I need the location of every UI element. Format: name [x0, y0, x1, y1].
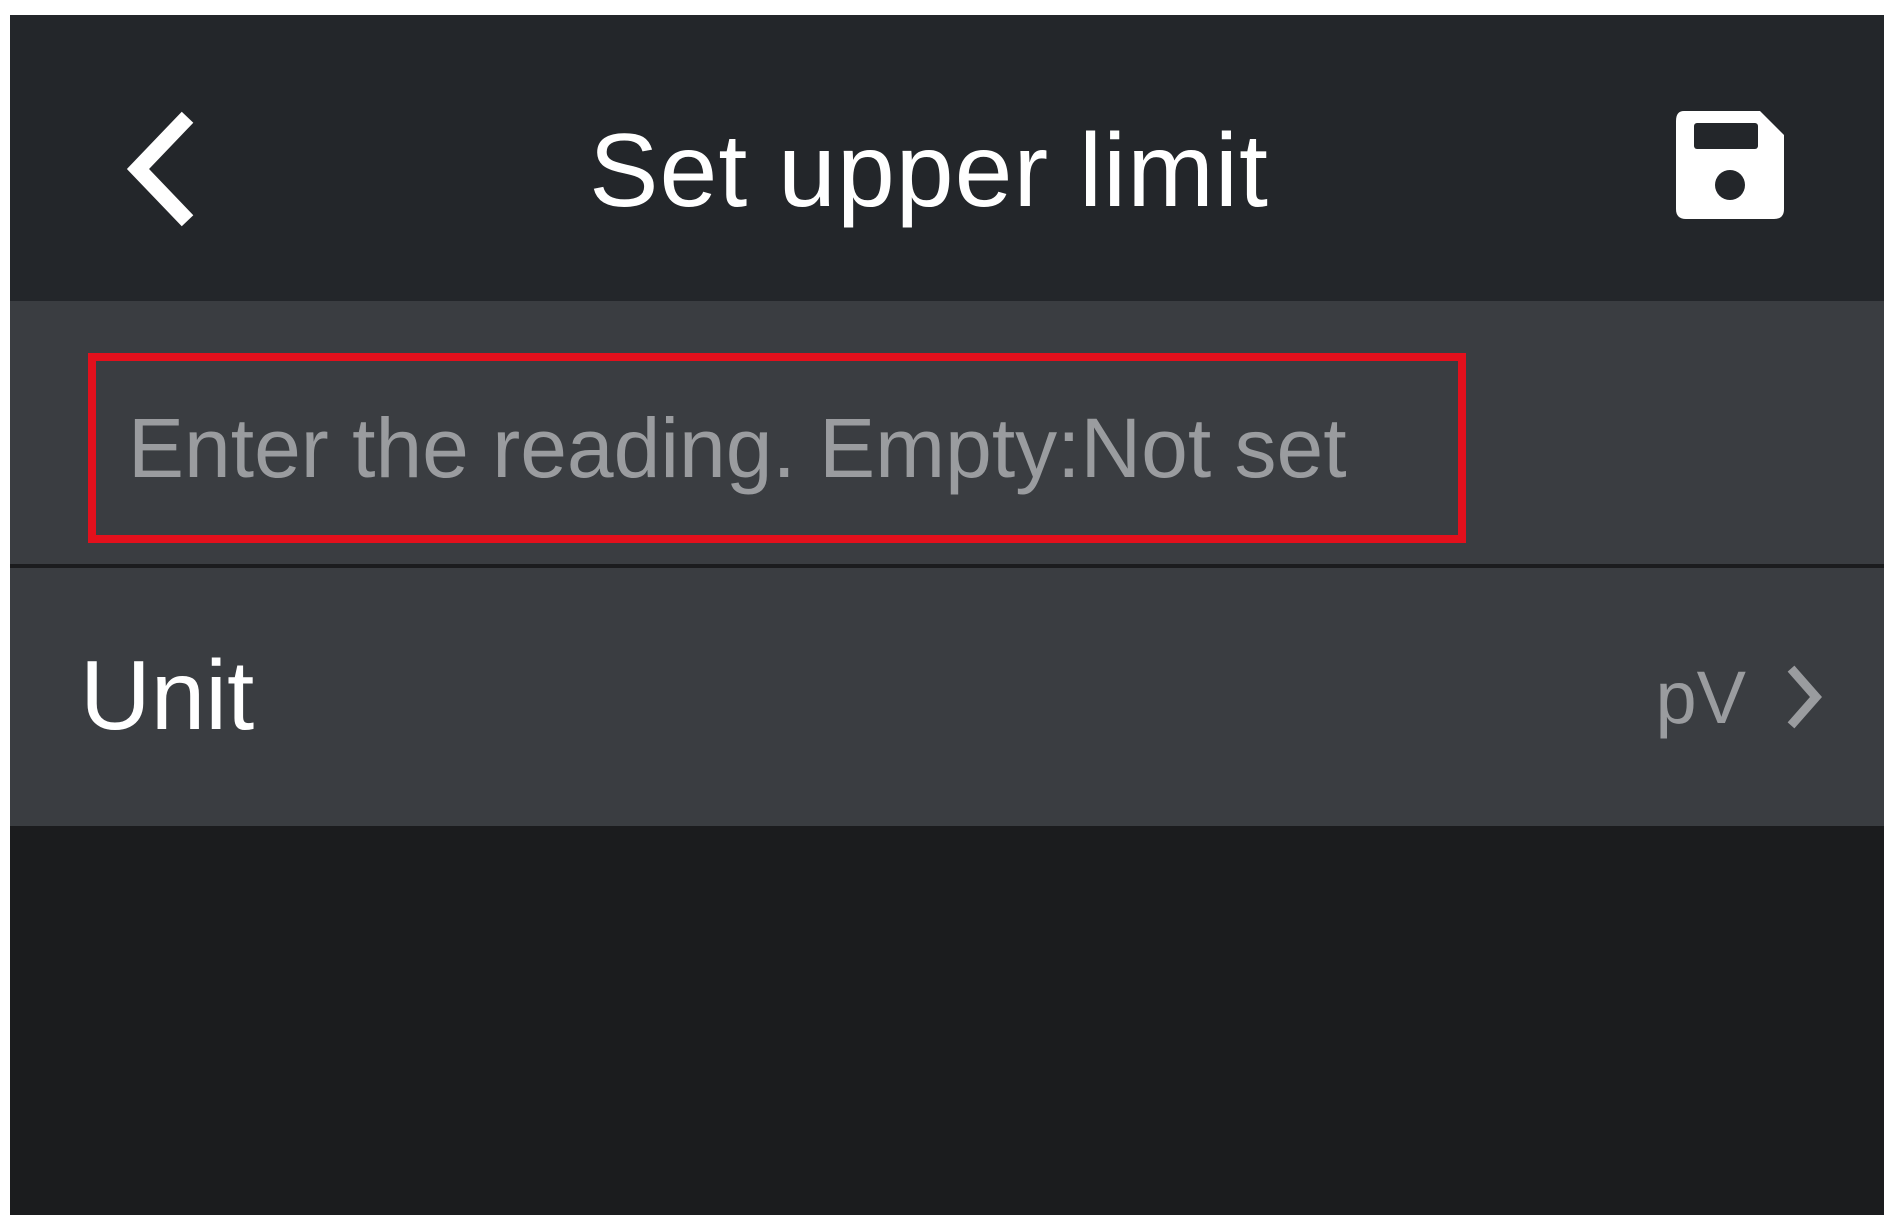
header-bar: Set upper limit	[10, 15, 1884, 301]
chevron-right-icon	[1780, 662, 1830, 732]
unit-value: pV	[1655, 656, 1746, 739]
page-title-text: Set upper limit	[589, 113, 1269, 229]
reading-input[interactable]	[104, 369, 1450, 527]
unit-label: Unit	[80, 640, 255, 750]
highlight-frame	[88, 353, 1466, 543]
reading-input-row	[10, 301, 1884, 564]
save-button[interactable]	[1670, 105, 1790, 225]
unit-row[interactable]: Unit pV	[10, 568, 1884, 826]
floppy-disk-icon	[1670, 105, 1790, 225]
app-screen: Set upper limit Unit pV	[10, 15, 1884, 1215]
page-title: Set upper limit	[10, 111, 1884, 231]
